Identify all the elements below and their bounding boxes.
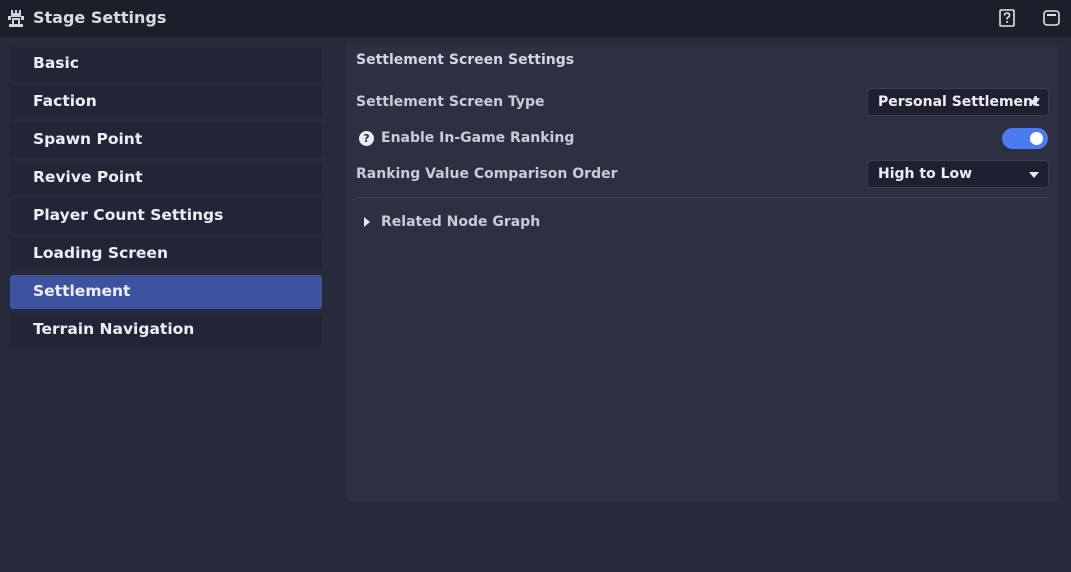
related-node-graph-label: Related Node Graph	[381, 214, 541, 230]
sidebar-item-spawn-point[interactable]: Spawn Point	[10, 123, 322, 157]
sidebar-item-label: Loading Screen	[33, 244, 168, 262]
sidebar-item-revive-point[interactable]: Revive Point	[10, 161, 322, 195]
question-icon[interactable]: ?	[359, 131, 374, 146]
settings-panel: Settlement Screen Settings Settlement Sc…	[346, 44, 1059, 502]
enable-ranking-label: Enable In-Game Ranking	[381, 130, 575, 146]
caret-down-icon	[1029, 172, 1039, 178]
sidebar-item-label: Terrain Navigation	[33, 320, 195, 338]
divider	[356, 197, 1049, 198]
sidebar-item-terrain-navigation[interactable]: Terrain Navigation	[10, 313, 322, 347]
sidebar-item-basic[interactable]: Basic	[10, 47, 322, 81]
caret-right-icon	[364, 217, 370, 227]
window-icon	[1042, 10, 1060, 26]
settlement-type-dropdown[interactable]: Personal Settlement	[867, 88, 1049, 116]
caret-down-icon	[1029, 100, 1039, 106]
sidebar-item-faction[interactable]: Faction	[10, 85, 322, 119]
window-title: Stage Settings	[33, 8, 167, 27]
sidebar-item-label: Settlement	[33, 282, 131, 300]
castle-icon	[8, 10, 24, 27]
enable-ranking-toggle[interactable]	[1002, 128, 1048, 149]
help-icon	[999, 9, 1015, 27]
sidebar-item-label: Player Count Settings	[33, 206, 224, 224]
ranking-order-value: High to Low	[878, 166, 973, 182]
sidebar-item-label: Revive Point	[33, 168, 143, 186]
help-button[interactable]	[998, 9, 1016, 27]
toggle-knob	[1030, 132, 1043, 145]
sidebar-item-label: Faction	[33, 92, 97, 110]
sidebar-item-player-count-settings[interactable]: Player Count Settings	[10, 199, 322, 233]
settlement-type-value: Personal Settlement	[878, 94, 1040, 110]
section-title: Settlement Screen Settings	[356, 52, 575, 68]
title-bar: Stage Settings	[0, 0, 1071, 37]
sidebar-item-label: Spawn Point	[33, 130, 143, 148]
sidebar-item-label: Basic	[33, 54, 80, 72]
ranking-order-label: Ranking Value Comparison Order	[356, 166, 618, 182]
sidebar-item-settlement[interactable]: Settlement	[10, 275, 322, 309]
settlement-type-label: Settlement Screen Type	[356, 94, 545, 110]
ranking-order-dropdown[interactable]: High to Low	[867, 160, 1049, 188]
sidebar-item-loading-screen[interactable]: Loading Screen	[10, 237, 322, 271]
window-toggle-button[interactable]	[1042, 9, 1060, 27]
